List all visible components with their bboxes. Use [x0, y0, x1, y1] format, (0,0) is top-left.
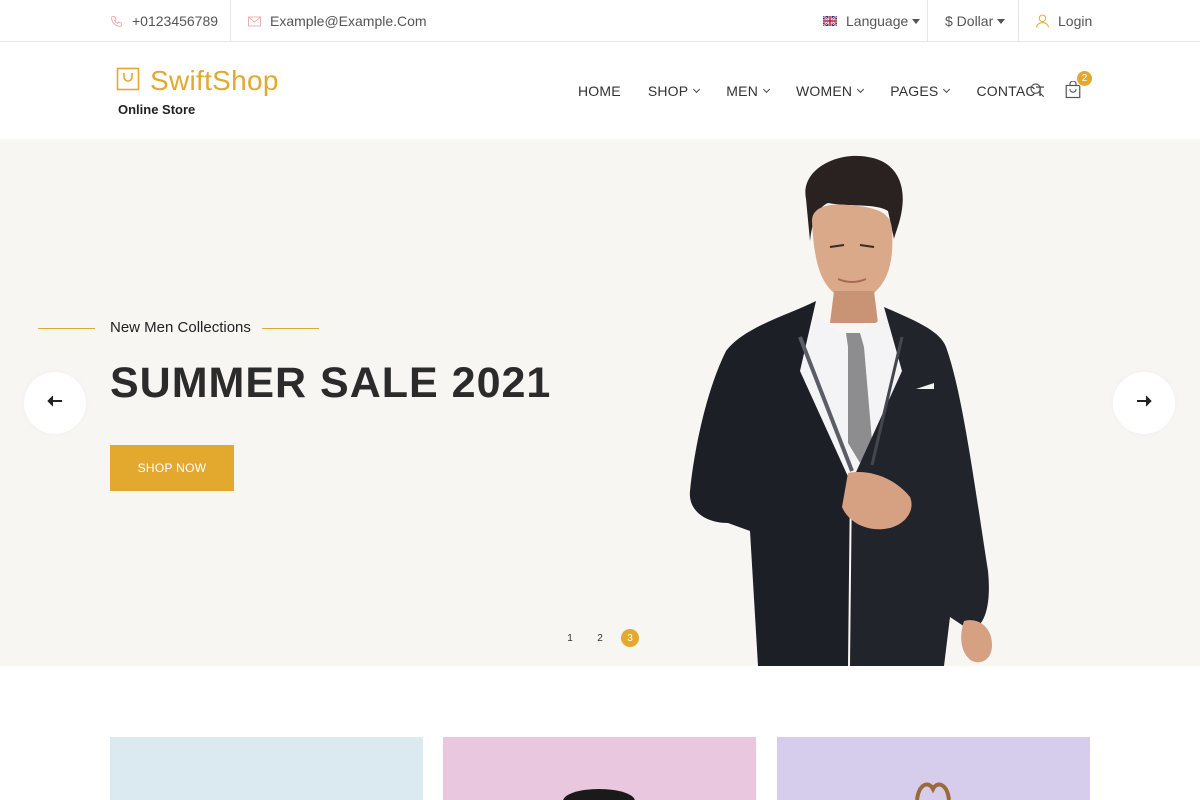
- slider-dot-2[interactable]: 2: [591, 629, 609, 647]
- main-nav: HOME SHOP MEN WOMEN PAGES CONTACT: [578, 43, 1062, 139]
- caret-down-icon: [997, 18, 1006, 24]
- cart-icon: [1064, 80, 1082, 103]
- chevron-down-icon: [762, 85, 771, 94]
- search-button[interactable]: [1029, 82, 1045, 103]
- nav-label: PAGES: [890, 83, 939, 99]
- divider: [1018, 0, 1019, 42]
- top-bar: +0123456789 Example@Example.Com Language…: [0, 0, 1200, 42]
- chevron-down-icon: [693, 85, 701, 94]
- main-header: SwiftShop Online Store HOME SHOP MEN WOM…: [0, 43, 1200, 139]
- mail-icon: [248, 16, 261, 27]
- hero-slider: New Men Collections SUMMER SALE 2021 SHO…: [0, 139, 1200, 666]
- product-image: [915, 782, 951, 800]
- nav-men[interactable]: MEN: [726, 83, 771, 99]
- logo[interactable]: SwiftShop: [116, 65, 279, 97]
- search-icon: [1029, 83, 1045, 102]
- slider-next-button[interactable]: [1113, 372, 1175, 434]
- cart-count-badge: 2: [1076, 70, 1093, 87]
- decorative-line: [262, 328, 319, 329]
- login-link[interactable]: Login: [1036, 0, 1092, 42]
- phone-number: +0123456789: [132, 13, 219, 29]
- topbar-email[interactable]: Example@Example.Com: [248, 0, 427, 42]
- currency-dropdown[interactable]: $ Dollar: [945, 0, 1006, 42]
- nav-label: HOME: [578, 83, 621, 99]
- hero-subtitle: New Men Collections: [110, 319, 251, 336]
- nav-label: MEN: [726, 83, 759, 99]
- chevron-down-icon: [943, 85, 951, 94]
- divider: [230, 0, 231, 42]
- phone-icon: [110, 15, 123, 28]
- user-icon: [1036, 14, 1049, 28]
- tagline: Online Store: [118, 102, 196, 117]
- nav-shop[interactable]: SHOP: [647, 83, 701, 99]
- language-dropdown[interactable]: Language: [823, 0, 921, 42]
- category-card-3[interactable]: [777, 737, 1090, 800]
- arrow-right-icon: [1136, 394, 1152, 412]
- category-card-2[interactable]: [443, 737, 756, 800]
- uk-flag-icon: [823, 16, 837, 26]
- divider: [927, 0, 928, 42]
- slider-prev-button[interactable]: [24, 372, 86, 434]
- shopping-bag-logo-icon: [116, 67, 140, 96]
- brand-name: SwiftShop: [150, 65, 279, 96]
- email-address: Example@Example.Com: [270, 13, 427, 29]
- shop-now-button[interactable]: SHOP NOW: [110, 445, 234, 491]
- chevron-down-icon: [857, 85, 865, 94]
- slider-dot-1[interactable]: 1: [561, 629, 579, 647]
- topbar-phone[interactable]: +0123456789: [110, 0, 218, 42]
- language-label: Language: [846, 13, 909, 29]
- nav-home[interactable]: HOME: [578, 83, 621, 99]
- nav-women[interactable]: WOMEN: [796, 83, 865, 99]
- nav-pages[interactable]: PAGES: [890, 83, 951, 99]
- login-label: Login: [1058, 13, 1093, 29]
- decorative-line: [38, 328, 95, 329]
- slider-dot-3[interactable]: 3: [621, 629, 639, 647]
- nav-label: SHOP: [647, 83, 689, 99]
- currency-label: $ Dollar: [945, 13, 994, 29]
- caret-down-icon: [912, 18, 921, 24]
- category-card-1[interactable]: [110, 737, 423, 800]
- hero-title: SUMMER SALE 2021: [110, 359, 552, 407]
- arrow-left-icon: [47, 394, 63, 412]
- product-image: [563, 789, 635, 800]
- hero-model-image: [688, 151, 998, 666]
- nav-label: WOMEN: [796, 83, 853, 99]
